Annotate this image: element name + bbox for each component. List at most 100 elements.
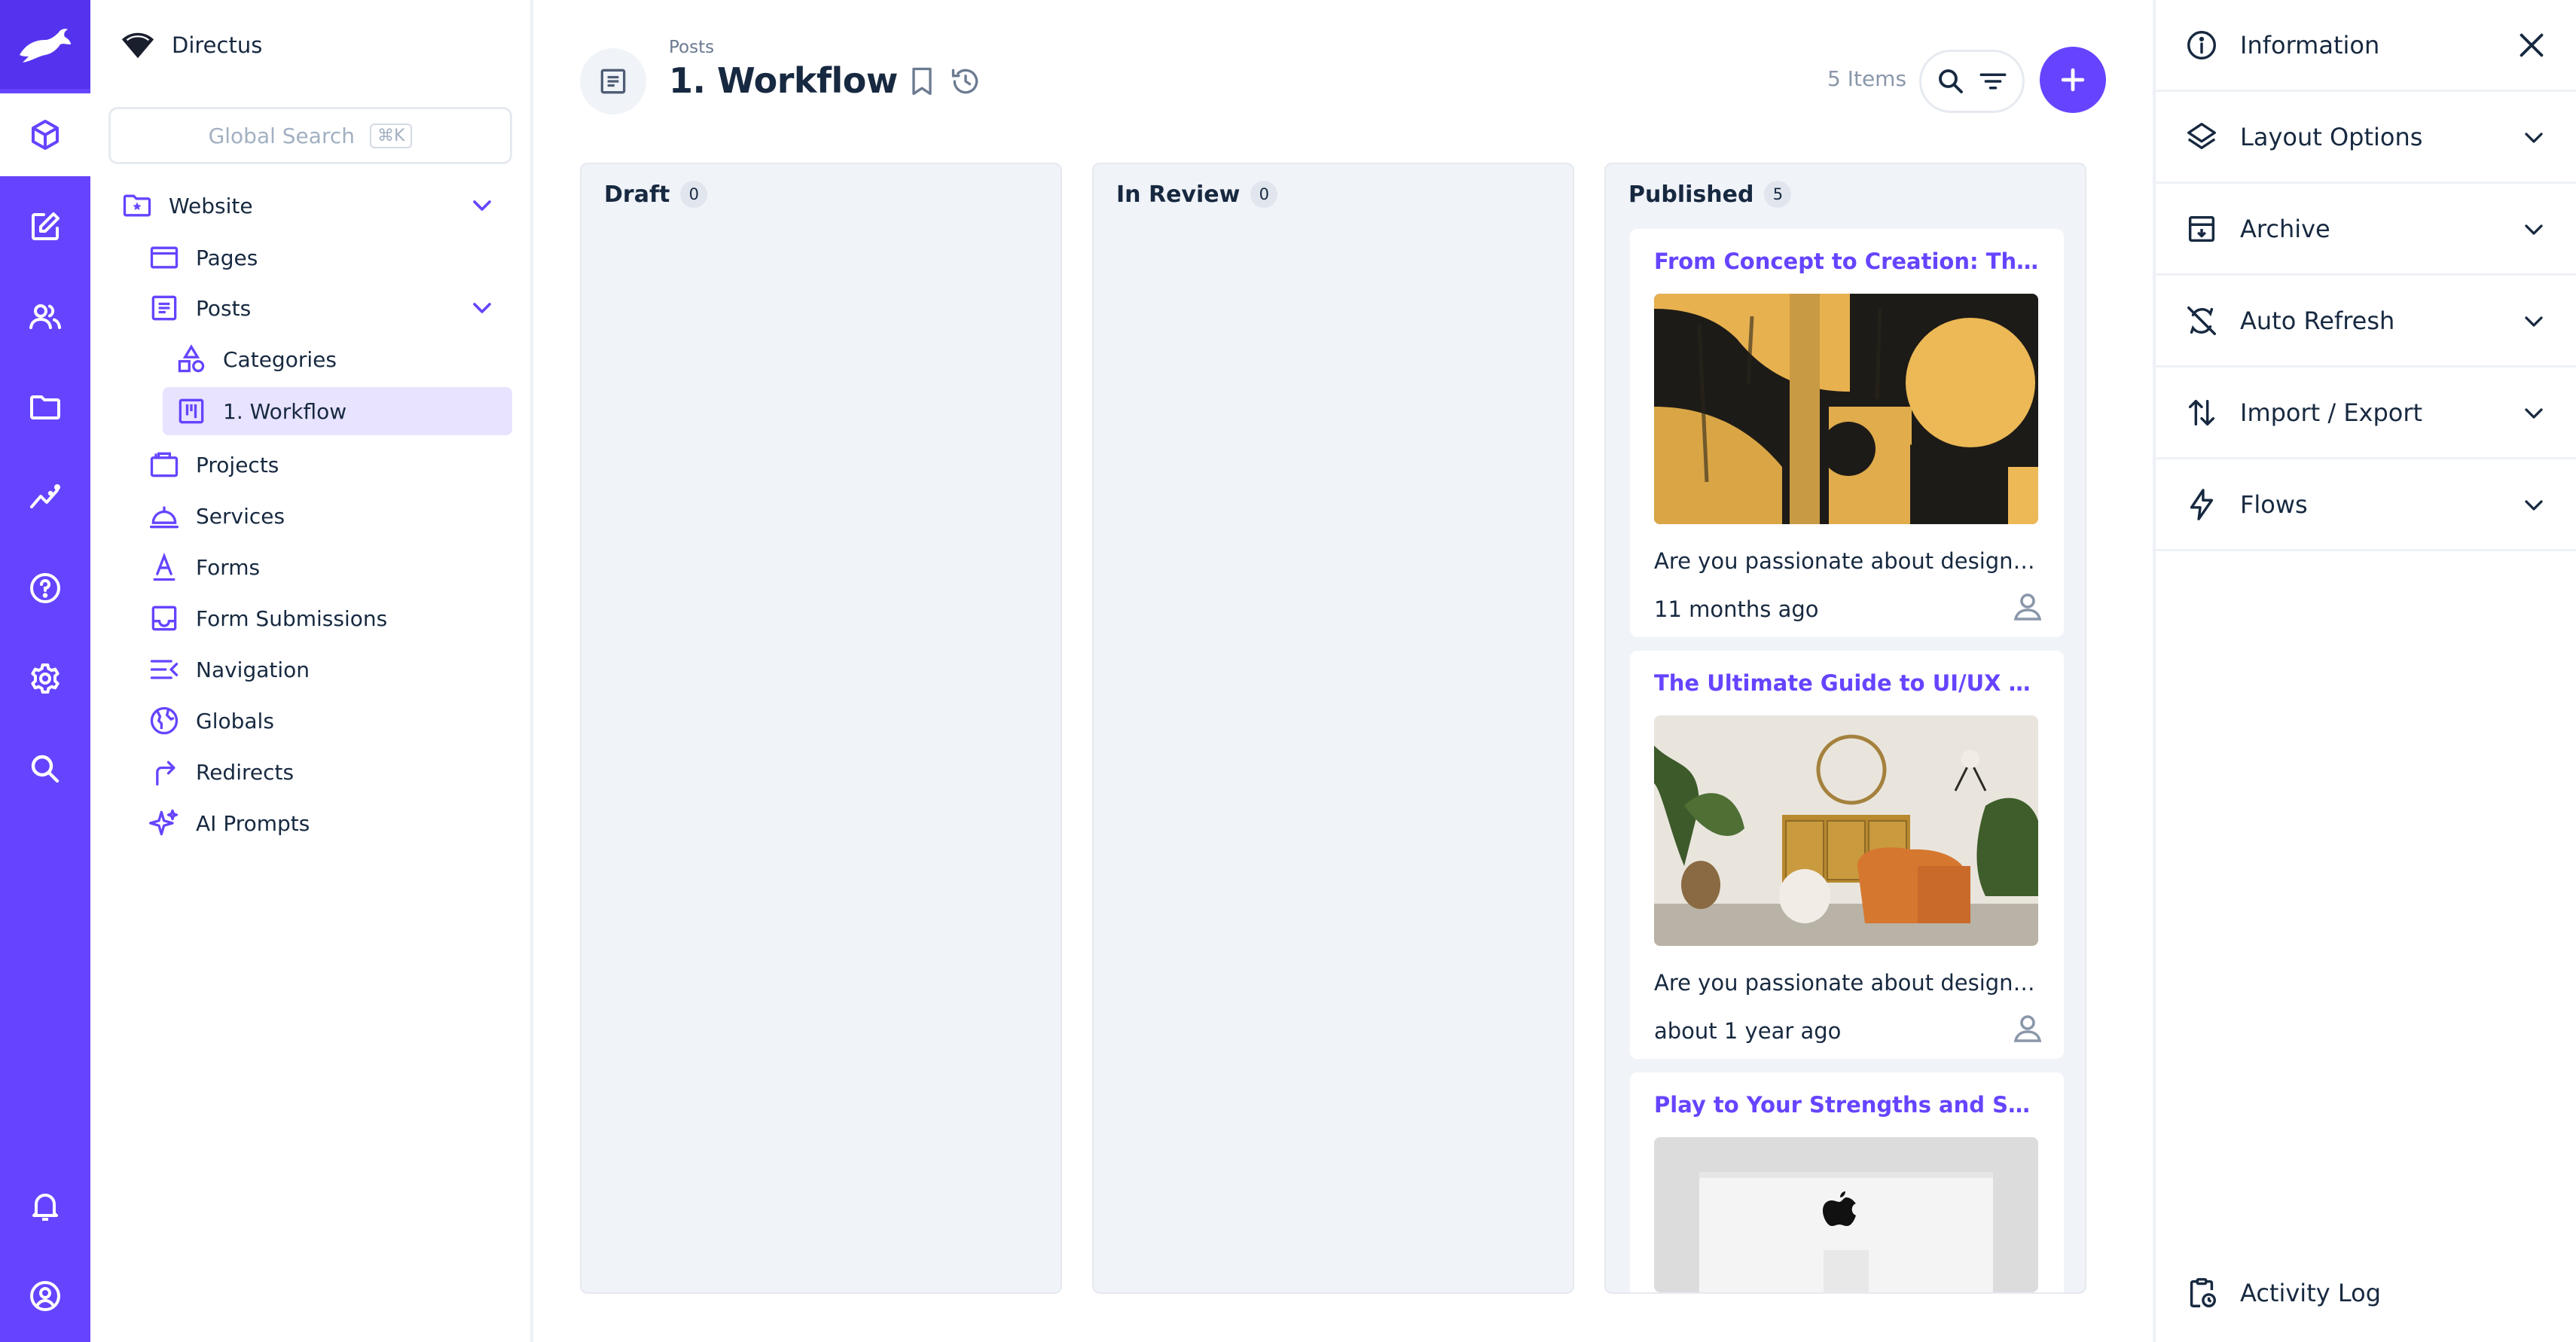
nav-item-website[interactable]: Website: [121, 181, 512, 230]
folder-star-icon: [121, 189, 154, 222]
collection-icon-button[interactable]: [580, 48, 646, 114]
nav-item-redirects[interactable]: Redirects: [148, 748, 512, 796]
notifications-button[interactable]: [0, 1164, 90, 1247]
plus-icon: [2061, 68, 2085, 92]
edit-icon: [32, 212, 60, 240]
nav-label: AI Prompts: [196, 810, 310, 836]
global-search-input[interactable]: Global Search ⌘K: [108, 107, 512, 164]
sidebar-section-archive[interactable]: Archive: [2156, 184, 2576, 276]
module-files-button[interactable]: [0, 366, 90, 449]
nav-label: Services: [196, 503, 285, 529]
app-window: Directus Global Search ⌘K Website Pages: [0, 0, 2576, 1342]
nav-item-workflow[interactable]: 1. Workflow: [163, 387, 512, 435]
sidebar-section-layout-options[interactable]: Layout Options: [2156, 92, 2576, 184]
sidebar-section-flows[interactable]: Flows: [2156, 459, 2576, 551]
bell-icon: [32, 1194, 58, 1221]
activity-log-button[interactable]: Activity Log: [2184, 1276, 2381, 1310]
nav-item-projects[interactable]: Projects: [148, 441, 512, 489]
column-header[interactable]: Draft 0: [604, 181, 708, 208]
history-icon[interactable]: [949, 65, 982, 98]
sidebar-section-label: Information: [2240, 30, 2380, 59]
globe-icon: [148, 704, 181, 737]
nav-item-forms[interactable]: Forms: [148, 543, 512, 591]
activity-log-label: Activity Log: [2240, 1279, 2381, 1307]
close-icon[interactable]: [2514, 28, 2549, 63]
nav-item-pages[interactable]: Pages: [148, 233, 512, 282]
main-content: Posts 1. Workflow 5 Items Draft 0 In Rev…: [533, 0, 2153, 1342]
nav-label: Website: [169, 193, 253, 218]
sidebar: Information Layout Options Archive Auto …: [2153, 0, 2576, 1342]
nav-label: Navigation: [196, 657, 310, 682]
project-switcher[interactable]: Directus: [121, 27, 262, 63]
search-icon[interactable]: [1935, 66, 1967, 97]
nav-label: Globals: [196, 708, 274, 734]
bolt-icon: [2190, 488, 2214, 520]
chevron-down-icon[interactable]: [467, 191, 497, 221]
kanban-card[interactable]: The Ultimate Guide to UI/UX Desig...: [1630, 651, 2064, 1059]
redirect-icon: [148, 755, 181, 788]
forms-icon: [148, 551, 181, 584]
nav-item-posts[interactable]: Posts: [148, 284, 512, 332]
page-icon: [148, 241, 181, 274]
breadcrumb[interactable]: Posts: [669, 38, 714, 57]
kanban-column-draft: Draft 0: [580, 163, 1062, 1294]
module-insights-button[interactable]: [0, 456, 90, 539]
directus-logo[interactable]: [0, 0, 90, 89]
article-icon: [600, 69, 626, 94]
nav-label: Projects: [196, 452, 279, 477]
filter-icon[interactable]: [1977, 66, 2009, 97]
module-content-button[interactable]: [0, 93, 90, 176]
column-title: Published: [1628, 181, 1754, 208]
nav-item-categories[interactable]: Categories: [175, 335, 512, 383]
nav-label: 1. Workflow: [223, 398, 347, 424]
nav-item-services[interactable]: Services: [148, 492, 512, 540]
module-visual-editor-button[interactable]: [0, 185, 90, 268]
chevron-down-icon: [2525, 224, 2543, 235]
user-menu-button[interactable]: [0, 1255, 90, 1337]
sidebar-section-import-export[interactable]: Import / Export: [2156, 368, 2576, 459]
archive-icon: [2188, 215, 2215, 242]
nav-label: Categories: [223, 346, 337, 372]
module-help-button[interactable]: [0, 547, 90, 630]
sidebar-section-label: Flows: [2240, 490, 2308, 519]
module-bar: [0, 0, 90, 1342]
help-icon: [30, 573, 60, 603]
sidebar-section-information[interactable]: Information: [2156, 0, 2576, 92]
nav-label: Redirects: [196, 759, 295, 785]
rabbit-logo-icon: [20, 29, 71, 63]
kanban-card[interactable]: Play to Your Strengths and Superc...: [1630, 1072, 2064, 1292]
insights-icon: [30, 484, 60, 508]
column-count-badge: 5: [1764, 181, 1792, 208]
nav-item-navigation[interactable]: Navigation: [148, 645, 512, 694]
module-users-button[interactable]: [0, 276, 90, 358]
inbox-icon: [148, 602, 181, 635]
nav-item-ai-prompts[interactable]: AI Prompts: [148, 799, 512, 847]
create-item-button[interactable]: [2040, 47, 2106, 113]
column-header[interactable]: Published 5: [1628, 181, 1792, 208]
kanban-column-published: Published 5 From Concept to Creation: Th…: [1604, 163, 2086, 1294]
kanban-card[interactable]: From Concept to Creation: The De...: [1630, 229, 2064, 637]
article-icon: [148, 291, 181, 325]
card-description: Are you passionate about design a...: [1654, 548, 2041, 574]
layers-icon: [2187, 122, 2216, 149]
kanban-icon: [175, 395, 208, 428]
sidebar-section-label: Archive: [2240, 214, 2330, 243]
folder-icon: [30, 395, 60, 419]
sidebar-section-auto-refresh[interactable]: Auto Refresh: [2156, 276, 2576, 368]
chevron-down-icon[interactable]: [467, 293, 497, 323]
import-export-icon: [2188, 399, 2215, 425]
chevron-down-icon: [2525, 316, 2543, 327]
gear-icon: [31, 663, 60, 694]
bookmark-icon[interactable]: [905, 65, 939, 98]
info-icon: [2187, 30, 2216, 59]
card-date: about 1 year ago: [1654, 1018, 1842, 1044]
nav-item-form-submissions[interactable]: Form Submissions: [148, 594, 512, 642]
search-shortcut-badge: ⌘K: [369, 123, 413, 148]
nav-item-globals[interactable]: Globals: [148, 697, 512, 745]
card-description: Are you passionate about design a...: [1654, 970, 2041, 996]
module-search-button[interactable]: [0, 727, 90, 810]
search-filter-pill[interactable]: [1919, 50, 2025, 113]
column-header[interactable]: In Review 0: [1116, 181, 1278, 208]
module-settings-button[interactable]: [0, 637, 90, 720]
category-icon: [175, 343, 208, 376]
